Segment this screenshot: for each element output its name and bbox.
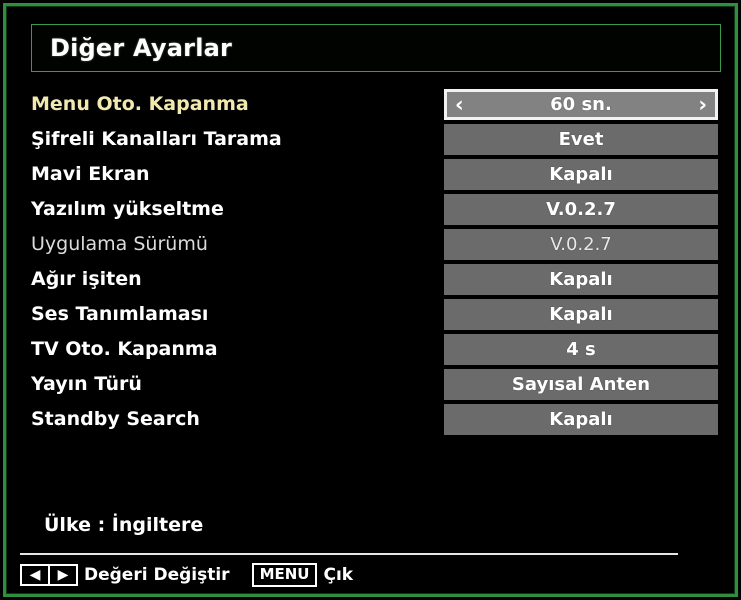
settings-row[interactable]: Uygulama Sürümü V.0.2.7 <box>6 229 741 260</box>
settings-row[interactable]: Mavi Ekran Kapalı <box>6 159 741 190</box>
footer-divider <box>20 553 678 555</box>
settings-row-label: Yazılım yükseltme <box>31 198 224 220</box>
settings-row-value-box[interactable]: 4 s <box>444 334 718 365</box>
menu-key-icon: MENU <box>251 563 318 587</box>
settings-row-value-box[interactable]: Evet <box>444 124 718 155</box>
settings-row-label: Yayın Türü <box>31 373 142 395</box>
settings-row-label: Standby Search <box>31 408 200 430</box>
country-status-label: Ülke : İngiltere <box>44 514 204 536</box>
settings-row-value-text: V.0.2.7 <box>550 234 612 255</box>
page-title: Diğer Ayarlar <box>50 34 233 62</box>
right-arrow-icon: ▶ <box>57 567 69 583</box>
settings-row-value-text: Evet <box>558 129 604 150</box>
settings-row[interactable]: Ağır işiten Kapalı <box>6 264 741 295</box>
settings-row-label: Menu Oto. Kapanma <box>31 93 249 115</box>
change-value-hint-label: Değeri Değiştir <box>84 565 230 585</box>
settings-row-value-text: Sayısal Anten <box>511 374 651 395</box>
settings-row-value-text: 4 s <box>566 339 596 360</box>
arrow-keys-hint: ◀ ▶ <box>20 564 78 586</box>
settings-row-value-box[interactable]: Kapalı <box>444 404 718 435</box>
settings-row-value-box[interactable]: Kapalı <box>444 299 718 330</box>
settings-row[interactable]: Standby Search Kapalı <box>6 404 741 435</box>
settings-row-value-text: V.0.2.7 <box>546 199 616 220</box>
chevron-left-icon[interactable]: ‹ <box>455 94 464 115</box>
settings-row-label: Uygulama Sürümü <box>31 233 208 255</box>
settings-row-value-box[interactable]: Kapalı <box>444 159 718 190</box>
settings-row-value-text: Kapalı <box>549 269 613 290</box>
settings-row-value-text: Kapalı <box>549 409 613 430</box>
settings-row[interactable]: Menu Oto. Kapanma ‹ 60 sn. › <box>6 89 741 120</box>
settings-row-value-box[interactable]: V.0.2.7 <box>444 229 718 260</box>
settings-row[interactable]: Şifreli Kanalları Tarama Evet <box>6 124 741 155</box>
settings-row[interactable]: Yazılım yükseltme V.0.2.7 <box>6 194 741 225</box>
settings-row[interactable]: Yayın Türü Sayısal Anten <box>6 369 741 400</box>
settings-row-label: TV Oto. Kapanma <box>31 338 218 360</box>
settings-row-value-text: Kapalı <box>549 164 613 185</box>
footer-hint-bar: ◀ ▶ Değeri Değiştir MENU Çık <box>20 562 353 588</box>
left-arrow-icon: ◀ <box>22 566 50 584</box>
menu-outer-frame: Diğer Ayarlar Menu Oto. Kapanma ‹ 60 sn. › Ş… <box>3 3 738 597</box>
settings-row-value-box[interactable]: V.0.2.7 <box>444 194 718 225</box>
settings-row-label: Şifreli Kanalları Tarama <box>31 128 282 150</box>
settings-list: Menu Oto. Kapanma ‹ 60 sn. › Şifreli Kanalla… <box>6 89 741 439</box>
menu-title-box: Diğer Ayarlar <box>31 24 721 72</box>
settings-row[interactable]: Ses Tanımlaması Kapalı <box>6 299 741 330</box>
settings-row-value-box[interactable]: Sayısal Anten <box>444 369 718 400</box>
settings-row-label: Mavi Ekran <box>31 163 150 185</box>
settings-row[interactable]: TV Oto. Kapanma 4 s <box>6 334 741 365</box>
exit-hint-label: Çık <box>323 565 354 585</box>
settings-row-label: Ses Tanımlaması <box>31 303 209 325</box>
settings-row-value-box[interactable]: Kapalı <box>444 264 718 295</box>
chevron-right-icon[interactable]: › <box>698 94 707 115</box>
settings-row-label: Ağır işiten <box>31 268 142 290</box>
settings-row-value-text: 60 sn. <box>550 94 612 115</box>
settings-row-value-box[interactable]: ‹ 60 sn. › <box>444 89 718 120</box>
tv-settings-screen: Diğer Ayarlar Menu Oto. Kapanma ‹ 60 sn. › Ş… <box>0 0 741 600</box>
settings-row-value-text: Kapalı <box>549 304 613 325</box>
